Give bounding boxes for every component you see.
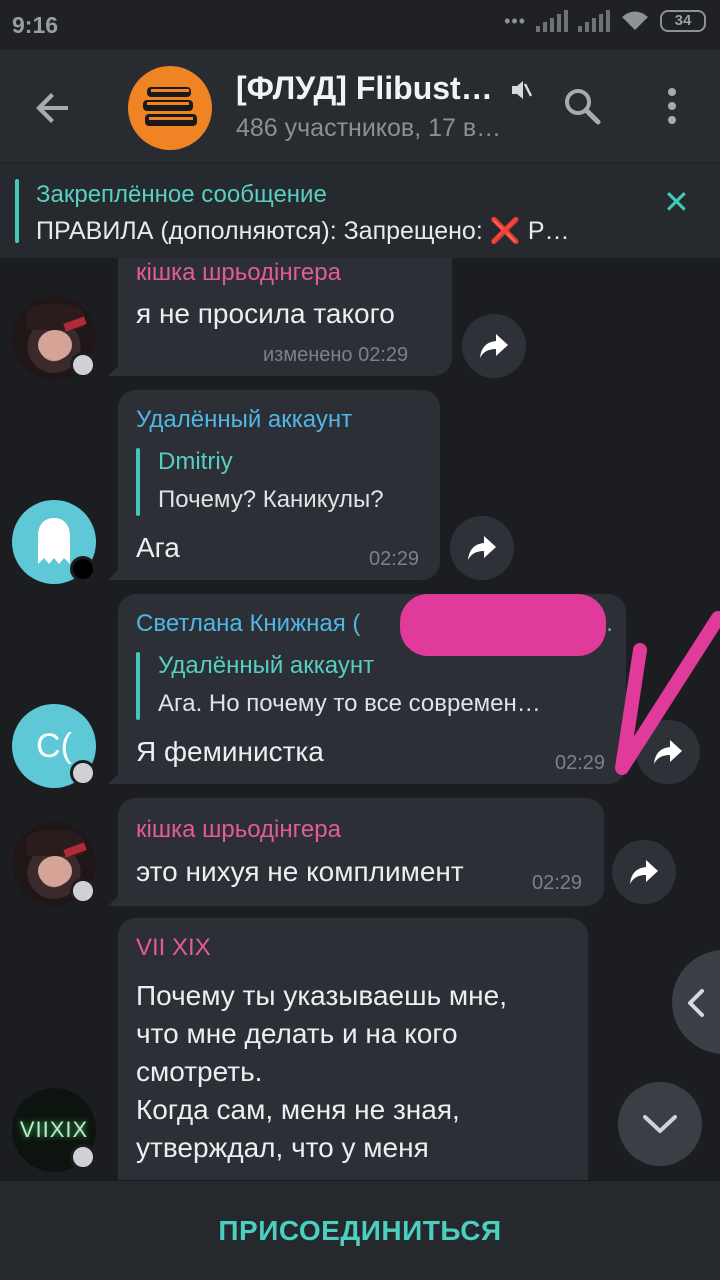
status-dot (70, 760, 96, 786)
message-line: Почему ты указываешь мне, (136, 980, 507, 1011)
close-pinned-icon[interactable]: ✕ (663, 186, 690, 218)
reply-author[interactable]: Удалённый аккаунт (158, 652, 374, 680)
more-menu-icon[interactable] (660, 84, 684, 128)
chevron-left-icon (688, 989, 704, 1017)
back-arrow-icon[interactable] (30, 84, 78, 132)
redaction-scribble (400, 594, 606, 656)
share-button[interactable] (462, 314, 526, 378)
status-dot (70, 878, 96, 904)
pinned-accent-bar (15, 179, 19, 243)
join-button[interactable]: ПРИСОЕДИНИТЬСЯ (218, 1215, 501, 1247)
bubble-tail (108, 892, 122, 906)
share-arrow-icon (630, 860, 658, 884)
bubble-tail (108, 566, 122, 580)
message-sender[interactable]: Удалённый аккаунт (136, 406, 352, 434)
status-dot (70, 1144, 96, 1170)
status-icons: ••• 34 (504, 10, 706, 32)
message-text: Я феминистка (136, 736, 324, 767)
message-bubble[interactable]: кішка шрьодінгера я не просила такого из… (108, 258, 452, 376)
message-time: 02:29 (369, 548, 420, 570)
message-list[interactable]: кішка шрьодінгера я не просила такого из… (0, 258, 720, 1180)
chat-subtitle: 486 участников, 17 в… (236, 114, 502, 142)
message-text: Ага (136, 532, 180, 563)
join-bar: ПРИСОЕДИНИТЬСЯ (0, 1180, 720, 1280)
search-icon[interactable] (562, 86, 602, 126)
message-line: Когда сам, меня не зная, (136, 1094, 460, 1125)
message-bubble[interactable]: VII XIX Почему ты указываешь мне, что мн… (118, 918, 588, 1180)
status-dot (70, 352, 96, 378)
status-dot (70, 556, 96, 582)
share-arrow-icon (468, 536, 496, 560)
bubble-tail (108, 362, 122, 376)
message-time: 02:29 (532, 872, 583, 894)
chevron-down-icon (643, 1115, 677, 1133)
message-line: смотреть. (136, 1056, 263, 1087)
reply-accent-bar (136, 652, 140, 720)
check-mark-scribble (615, 611, 720, 775)
chat-avatar[interactable] (128, 66, 212, 150)
signal-icon (536, 10, 568, 32)
pinned-text: ПРАВИЛА (дополняются): Запрещено: ❌ Р… (36, 217, 570, 246)
pinned-text-before: ПРАВИЛА (дополняются): Запрещено: (36, 217, 490, 245)
share-button[interactable] (612, 840, 676, 904)
message-sender[interactable]: кішка шрьодінгера (136, 259, 341, 287)
wifi-icon (622, 11, 648, 30)
reply-accent-bar (136, 448, 140, 516)
share-arrow-icon (480, 334, 508, 358)
message-bubble[interactable]: Удалённый аккаунт Dmitriy Почему? Канику… (108, 390, 440, 580)
pinned-text-after: Р… (520, 217, 570, 245)
status-time: 9:16 (12, 12, 59, 38)
avatar-initials: С( (36, 726, 72, 765)
chat-title[interactable]: [ФЛУД] Flibust… (236, 70, 493, 107)
message-sender[interactable]: кішка шрьодінгера (136, 816, 341, 844)
scroll-down-button[interactable] (618, 1082, 702, 1166)
message-text: это нихуя не комплимент (136, 856, 464, 887)
message-sender[interactable]: VII XIX (136, 934, 211, 962)
reply-preview[interactable]: Почему? Каникулы? (158, 486, 384, 514)
dots-icon: ••• (504, 10, 526, 31)
message-time: 02:29 (555, 752, 606, 774)
message-line: что мне делать и на кого (136, 1018, 458, 1049)
battery-icon: 34 (660, 10, 706, 32)
message-sender[interactable]: Светлана Книжная ( (136, 610, 360, 638)
muted-icon (512, 81, 532, 99)
share-button[interactable] (450, 516, 514, 580)
signal-icon-2 (578, 10, 610, 32)
message-text: я не просила такого (136, 298, 395, 329)
cross-mark-emoji: ❌ (489, 217, 521, 245)
message-time: изменено 02:29 (263, 344, 409, 366)
pinned-title: Закреплённое сообщение (36, 181, 327, 208)
avatar-label: VIIXIX (19, 1117, 89, 1142)
books-icon (143, 87, 197, 126)
pinned-message[interactable]: Закреплённое сообщение ПРАВИЛА (дополняю… (0, 162, 720, 258)
telegram-chat-screen: 9:16 ••• 34 [ФЛУД] Flibust… 486 участник… (0, 0, 720, 1280)
reply-author[interactable]: Dmitriy (158, 448, 233, 476)
reply-preview[interactable]: Ага. Но почему то все современ… (158, 690, 541, 718)
bubble-tail (108, 770, 122, 784)
status-bar: 9:16 ••• 34 (0, 0, 720, 50)
chat-header: [ФЛУД] Flibust… 486 участников, 17 в… (0, 50, 720, 162)
message-bubble[interactable]: кішка шрьодінгера это нихуя не комплимен… (108, 798, 604, 906)
message-line: плохое окружение (136, 1170, 374, 1180)
message-line: утверждал, что у меня (136, 1132, 429, 1163)
